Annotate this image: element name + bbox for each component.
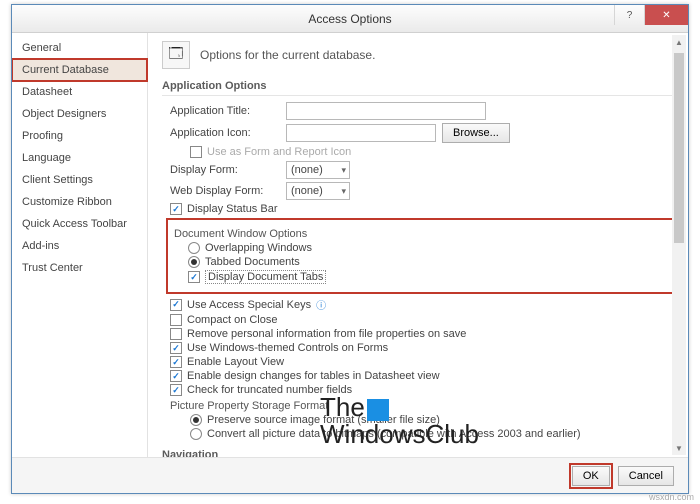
sidebar: General Current Database Datasheet Objec… — [12, 33, 148, 457]
special-keys-checkbox[interactable] — [170, 299, 182, 311]
page-description: Options for the current database. — [200, 48, 375, 62]
web-display-form-label: Web Display Form: — [170, 185, 280, 197]
document-window-options-group: Document Window Options Overlapping Wind… — [166, 218, 674, 294]
cancel-button[interactable]: Cancel — [618, 466, 674, 486]
scroll-thumb[interactable] — [674, 53, 684, 243]
sidebar-item-datasheet[interactable]: Datasheet — [12, 81, 147, 103]
attribution: wsxdn.com — [649, 492, 694, 502]
overlapping-windows-label: Overlapping Windows — [205, 242, 312, 254]
display-status-bar-label: Display Status Bar — [187, 203, 277, 215]
ok-button[interactable]: OK — [572, 466, 610, 486]
sidebar-item-language[interactable]: Language — [12, 147, 147, 169]
sidebar-item-add-ins[interactable]: Add-ins — [12, 235, 147, 257]
vertical-scrollbar[interactable]: ▲ ▼ — [672, 35, 686, 455]
titlebar[interactable]: Access Options ? ✕ — [12, 5, 688, 33]
sidebar-item-customize-ribbon[interactable]: Customize Ribbon — [12, 191, 147, 213]
sidebar-item-trust-center[interactable]: Trust Center — [12, 257, 147, 279]
web-display-form-combo[interactable]: (none) — [286, 182, 350, 200]
section-navigation: Navigation — [162, 446, 674, 457]
windows-themed-checkbox[interactable] — [170, 342, 182, 354]
tabbed-documents-radio[interactable] — [188, 256, 200, 268]
app-icon-input[interactable] — [286, 124, 436, 142]
picture-heading: Picture Property Storage Format — [170, 400, 674, 412]
close-button[interactable]: ✕ — [644, 5, 688, 25]
browse-button[interactable]: Browse... — [442, 123, 510, 143]
remove-personal-checkbox[interactable] — [170, 328, 182, 340]
section-app-options: Application Options — [162, 77, 674, 96]
app-icon-label: Application Icon: — [170, 127, 280, 139]
compact-label: Compact on Close — [187, 314, 278, 326]
compact-checkbox[interactable] — [170, 314, 182, 326]
doc-window-heading: Document Window Options — [174, 228, 666, 240]
display-form-label: Display Form: — [170, 164, 280, 176]
layout-view-checkbox[interactable] — [170, 356, 182, 368]
sidebar-item-object-designers[interactable]: Object Designers — [12, 103, 147, 125]
use-as-icon-label: Use as Form and Report Icon — [207, 146, 351, 158]
display-document-tabs-label: Display Document Tabs — [205, 270, 326, 284]
app-title-label: Application Title: — [170, 105, 280, 117]
special-keys-label: Use Access Special Keys — [187, 299, 311, 311]
sidebar-item-client-settings[interactable]: Client Settings — [12, 169, 147, 191]
display-status-bar-checkbox[interactable] — [170, 203, 182, 215]
display-document-tabs-checkbox[interactable] — [188, 271, 200, 283]
convert-bitmaps-radio[interactable] — [190, 428, 202, 440]
remove-personal-label: Remove personal information from file pr… — [187, 328, 466, 340]
sidebar-item-proofing[interactable]: Proofing — [12, 125, 147, 147]
preserve-source-radio[interactable] — [190, 414, 202, 426]
convert-bitmaps-label: Convert all picture data to bitmaps (com… — [207, 428, 581, 440]
layout-view-label: Enable Layout View — [187, 356, 284, 368]
design-changes-label: Enable design changes for tables in Data… — [187, 370, 440, 382]
main-panel: 🗔 Options for the current database. Appl… — [148, 33, 688, 457]
window-title: Access Options — [12, 12, 688, 26]
app-title-input[interactable] — [286, 102, 486, 120]
scroll-up-arrow[interactable]: ▲ — [672, 35, 686, 49]
design-changes-checkbox[interactable] — [170, 370, 182, 382]
overlapping-windows-radio[interactable] — [188, 242, 200, 254]
scroll-down-arrow[interactable]: ▼ — [672, 441, 686, 455]
truncated-label: Check for truncated number fields — [187, 384, 352, 396]
sidebar-item-quick-access-toolbar[interactable]: Quick Access Toolbar — [12, 213, 147, 235]
tabbed-documents-label: Tabbed Documents — [205, 256, 300, 268]
page-icon: 🗔 — [162, 41, 190, 69]
windows-themed-label: Use Windows-themed Controls on Forms — [187, 342, 388, 354]
access-options-dialog: Access Options ? ✕ General Current Datab… — [11, 4, 689, 494]
use-as-icon-checkbox — [190, 146, 202, 158]
preserve-source-label: Preserve source image format (smaller fi… — [207, 414, 440, 426]
sidebar-item-general[interactable]: General — [12, 37, 147, 59]
dialog-footer: OK Cancel — [12, 457, 688, 493]
help-button[interactable]: ? — [614, 5, 644, 25]
sidebar-item-current-database[interactable]: Current Database — [12, 59, 147, 81]
display-form-combo[interactable]: (none) — [286, 161, 350, 179]
truncated-checkbox[interactable] — [170, 384, 182, 396]
